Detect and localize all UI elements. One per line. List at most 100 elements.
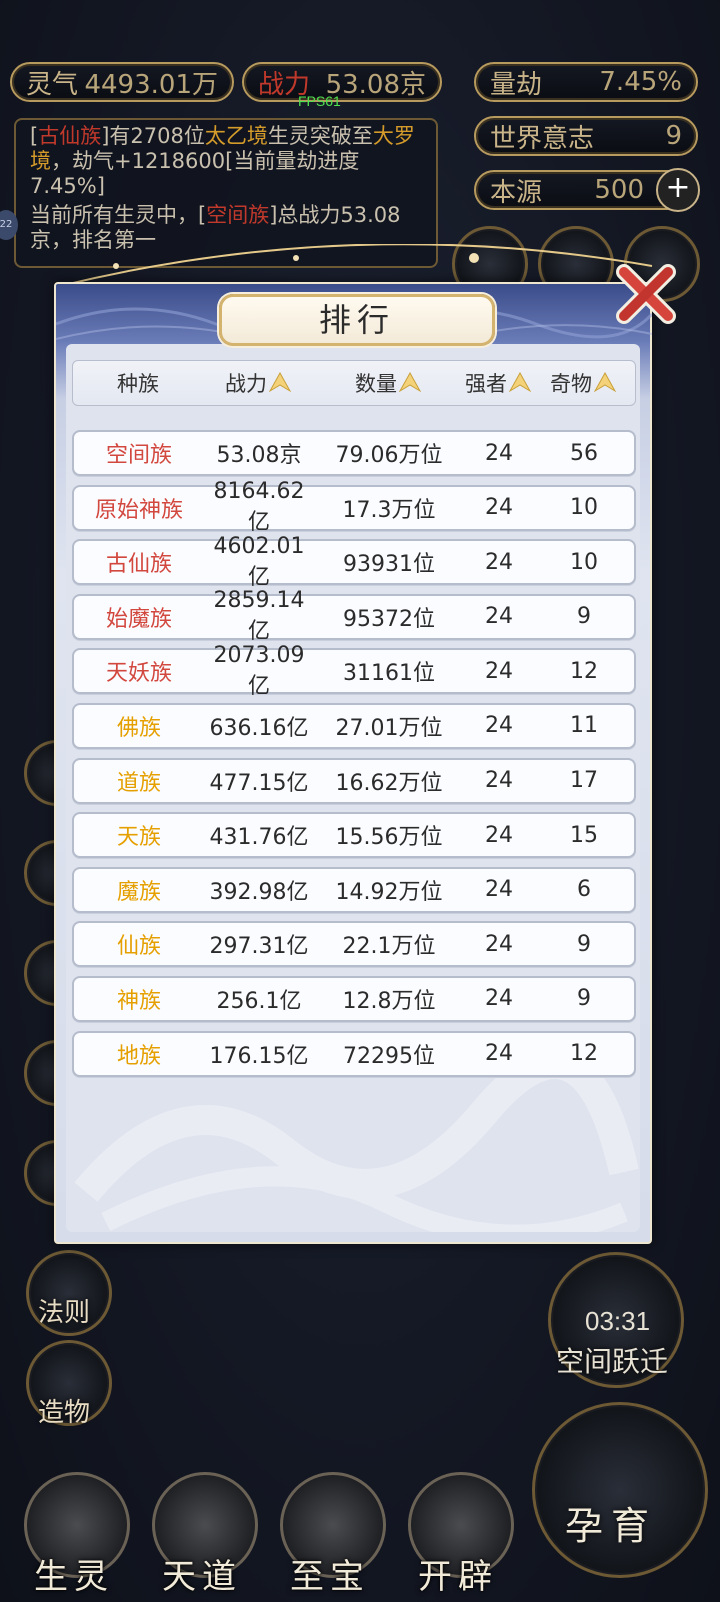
race-cell: 仙族 <box>116 934 161 960</box>
ranking-dialog: 排行 种族 战力 数量 强者 奇物 空间族 53.08京 79.06万位 24 56 原… <box>54 264 676 1244</box>
items-cell: 9 <box>577 604 591 630</box>
header-count[interactable]: 数量 <box>313 368 463 398</box>
table-row[interactable]: 道族 477.15亿 16.62万位 24 17 <box>72 757 636 804</box>
power-cell: 176.15亿 <box>209 1043 309 1069</box>
race-cell: 始魔族 <box>105 606 172 632</box>
table-row[interactable]: 地族 176.15亿 72295位 24 12 <box>72 1030 636 1077</box>
lingqi-label: 灵气 <box>26 69 79 100</box>
items-cell: 11 <box>570 713 598 739</box>
strong-cell: 24 <box>485 1041 513 1067</box>
strong-cell: 24 <box>485 495 513 521</box>
nav-heaven-dao[interactable]: 天道 <box>142 1472 262 1602</box>
power-cell: 297.31亿 <box>209 934 309 960</box>
race-cell: 古仙族 <box>105 552 172 578</box>
nav-label: 开辟 <box>418 1557 498 1597</box>
nav-treasure[interactable]: 至宝 <box>270 1472 390 1602</box>
count-cell: 95372位 <box>343 606 435 632</box>
lingqi-value: 4493.01万 <box>84 69 218 100</box>
items-cell: 9 <box>577 931 591 957</box>
source-value: 500 <box>594 175 644 205</box>
power-cell: 477.15亿 <box>209 770 309 796</box>
power-cell: 2073.09亿 <box>213 642 305 699</box>
power-cell: 53.08京 <box>216 443 302 468</box>
sort-icon <box>509 372 531 393</box>
table-row[interactable]: 仙族 297.31亿 22.1万位 24 9 <box>72 921 636 968</box>
strong-cell: 24 <box>485 604 513 630</box>
table-row[interactable]: 空间族 53.08京 79.06万位 24 56 <box>72 430 636 476</box>
power-bar: 战力 53.08京 <box>242 62 442 102</box>
world-will-label: 世界意志 <box>490 123 595 154</box>
items-cell: 9 <box>577 986 591 1012</box>
strong-cell: 24 <box>485 986 513 1012</box>
power-cell: 431.76亿 <box>209 825 309 851</box>
nav-creation[interactable]: 开辟 <box>398 1472 518 1602</box>
strong-cell: 24 <box>485 713 513 739</box>
add-source-button[interactable]: + <box>656 168 700 212</box>
event-message-1: [古仙族]有2708位太乙境生灵突破至大罗境，劫气+1218600[当前量劫进度… <box>30 124 415 198</box>
power-cell: 8164.62亿 <box>213 479 305 536</box>
race-cell: 神族 <box>116 988 161 1014</box>
count-cell: 22.1万位 <box>342 934 436 960</box>
space-jump-label: 空间跃迁 <box>556 1345 669 1378</box>
count-cell: 72295位 <box>343 1043 435 1069</box>
count-cell: 15.56万位 <box>335 825 443 851</box>
power-cell: 4602.01亿 <box>213 533 305 590</box>
calamity-label: 量劫 <box>490 69 543 100</box>
race-name: 古仙族 <box>38 124 102 148</box>
fps-counter: FPS61 <box>298 93 341 109</box>
calamity-value: 7.45% <box>599 67 682 97</box>
race-cell: 魔族 <box>116 879 161 905</box>
world-will-value: 9 <box>665 121 682 151</box>
race-cell: 道族 <box>116 770 161 796</box>
header-items[interactable]: 奇物 <box>533 368 633 398</box>
count-cell: 93931位 <box>343 552 435 578</box>
table-row[interactable]: 天妖族 2073.09亿 31161位 24 12 <box>72 643 636 699</box>
count-cell: 79.06万位 <box>335 443 443 468</box>
items-cell: 15 <box>570 822 598 848</box>
ranking-list: 空间族 53.08京 79.06万位 24 56 原始神族 8164.62亿 17.3万位 2… <box>72 430 636 1085</box>
world-will-bar: 世界意志 9 <box>474 116 698 156</box>
power-cell: 256.1亿 <box>216 988 302 1014</box>
items-cell: 17 <box>570 768 598 794</box>
race-cell: 地族 <box>116 1043 161 1069</box>
source-label: 本源 <box>490 177 543 208</box>
strong-cell: 24 <box>485 931 513 957</box>
power-cell: 2859.14亿 <box>213 588 305 645</box>
count-cell: 17.3万位 <box>342 497 436 523</box>
dialog-title: 排行 <box>219 294 495 346</box>
incubate-icon[interactable] <box>532 1402 708 1578</box>
header-power[interactable]: 战力 <box>203 368 313 398</box>
race-cell: 原始神族 <box>94 497 183 523</box>
sort-icon <box>399 372 421 393</box>
nav-label: 天道 <box>162 1557 242 1597</box>
race-cell: 天族 <box>116 825 161 851</box>
power-cell: 392.98亿 <box>209 879 309 905</box>
count-cell: 27.01万位 <box>335 715 443 741</box>
table-header: 种族 战力 数量 强者 奇物 <box>72 360 636 406</box>
table-row[interactable]: 天族 431.76亿 15.56万位 24 15 <box>72 812 636 859</box>
items-cell: 12 <box>570 1041 598 1067</box>
header-strong[interactable]: 强者 <box>463 368 533 398</box>
race-cell: 空间族 <box>105 443 172 468</box>
law-label: 法则 <box>38 1298 91 1328</box>
close-icon[interactable] <box>616 262 678 324</box>
table-row[interactable]: 始魔族 2859.14亿 95372位 24 9 <box>72 588 636 644</box>
nav-label: 生灵 <box>34 1557 114 1597</box>
realm-name: 太乙境 <box>204 124 268 148</box>
table-row[interactable]: 魔族 392.98亿 14.92万位 24 6 <box>72 866 636 913</box>
items-cell: 56 <box>570 440 598 466</box>
table-row[interactable]: 神族 256.1亿 12.8万位 24 9 <box>72 975 636 1022</box>
items-cell: 10 <box>570 495 598 521</box>
lingqi-bar: 灵气 4493.01万 <box>10 62 234 102</box>
table-row[interactable]: 原始神族 8164.62亿 17.3万位 24 10 <box>72 479 636 535</box>
strong-cell: 24 <box>485 768 513 794</box>
strong-cell: 24 <box>485 822 513 848</box>
table-row[interactable]: 佛族 636.16亿 27.01万位 24 11 <box>72 702 636 749</box>
strong-cell: 24 <box>485 877 513 903</box>
strong-cell: 24 <box>485 549 513 575</box>
nav-living-beings[interactable]: 生灵 <box>14 1472 134 1602</box>
jump-timer: 03:31 <box>585 1306 651 1336</box>
table-row[interactable]: 古仙族 4602.01亿 93931位 24 10 <box>72 534 636 590</box>
race-name: 空间族 <box>206 203 270 227</box>
strong-cell: 24 <box>485 440 513 466</box>
